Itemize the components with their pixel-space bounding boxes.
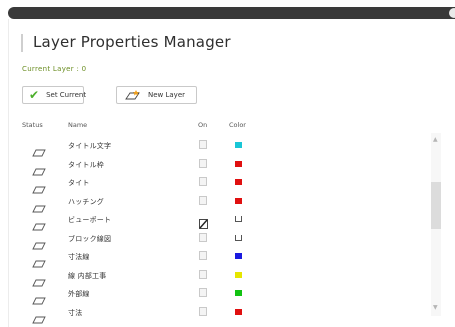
layer-status-icon[interactable] xyxy=(32,309,46,323)
layer-on-toggle[interactable] xyxy=(199,288,207,297)
layer-color-swatch[interactable] xyxy=(235,216,242,222)
new-layer-icon xyxy=(125,90,141,100)
layer-on-toggle[interactable] xyxy=(199,177,207,186)
title-accent-bar xyxy=(21,34,23,52)
layer-row[interactable]: タイト xyxy=(0,174,430,194)
layer-row[interactable]: 線 内部工事 xyxy=(0,267,430,287)
layer-name[interactable]: ビューポート xyxy=(68,215,111,225)
layer-name[interactable]: 外部線 xyxy=(68,289,90,299)
layer-on-toggle[interactable] xyxy=(199,140,207,149)
layer-color-swatch[interactable] xyxy=(235,253,242,259)
layer-on-toggle[interactable] xyxy=(199,214,208,229)
layer-row[interactable]: ビューポート xyxy=(0,211,430,231)
layer-status-icon[interactable] xyxy=(32,290,46,305)
layer-on-toggle[interactable] xyxy=(199,306,207,316)
layer-color-swatch[interactable] xyxy=(235,160,242,167)
layer-color-swatch[interactable] xyxy=(235,290,242,296)
column-header-color[interactable]: Color xyxy=(229,121,246,129)
layer-on-toggle[interactable] xyxy=(199,232,207,242)
layer-color-swatch[interactable] xyxy=(235,179,242,185)
new-layer-label: New Layer xyxy=(148,91,186,99)
layer-name[interactable]: 寸法 xyxy=(68,308,82,318)
layer-status-icon[interactable] xyxy=(32,179,46,194)
set-current-button[interactable]: ✔ Set Current xyxy=(22,86,87,104)
layer-name[interactable]: タイト xyxy=(68,178,90,188)
layer-row[interactable]: タイトル枠 xyxy=(0,156,430,176)
layer-color-swatch[interactable] xyxy=(235,234,242,241)
layer-status-icon[interactable] xyxy=(32,235,46,249)
layer-status-icon[interactable] xyxy=(32,253,46,268)
layer-on-toggle[interactable] xyxy=(199,195,207,205)
layer-name[interactable]: タイトル文字 xyxy=(68,141,111,151)
layer-row[interactable]: タイトル文字 xyxy=(0,137,430,157)
layer-status-icon[interactable] xyxy=(32,198,46,212)
layer-status-icon[interactable] xyxy=(32,216,46,231)
layer-row[interactable]: 外部線 xyxy=(0,285,430,305)
layer-name[interactable]: 寸法線 xyxy=(68,252,90,262)
layer-manager-window: Layer Properties Manager Current Layer :… xyxy=(0,0,455,327)
layer-name[interactable]: タイトル枠 xyxy=(68,160,104,170)
scrollbar-thumb[interactable] xyxy=(431,182,441,229)
layer-on-toggle[interactable] xyxy=(199,269,207,279)
checkmark-icon: ✔ xyxy=(29,88,40,102)
layer-name[interactable]: ブロック線図 xyxy=(68,234,111,244)
layer-status-icon[interactable] xyxy=(32,272,46,286)
layer-row[interactable]: 寸法 xyxy=(0,304,430,324)
layer-row[interactable]: ハッチング xyxy=(0,193,430,213)
new-layer-button[interactable]: New Layer xyxy=(116,86,197,104)
layer-color-swatch[interactable] xyxy=(235,197,242,204)
layer-list: タイトル文字 タイトル枠タイトハッチングビューポート ブロック線図 寸法線線 内部工事… xyxy=(0,133,430,327)
layer-on-toggle[interactable] xyxy=(199,158,207,168)
scroll-down-icon[interactable]: ▼ xyxy=(433,305,438,311)
set-current-label: Set Current xyxy=(46,91,87,99)
column-header-on[interactable]: On xyxy=(198,121,207,129)
layer-on-toggle[interactable] xyxy=(199,251,207,260)
layer-status-icon[interactable] xyxy=(32,142,46,157)
column-header-name[interactable]: Name xyxy=(68,121,87,129)
page-title: Layer Properties Manager xyxy=(33,33,231,51)
window-title-bar[interactable] xyxy=(8,7,455,19)
layer-row[interactable]: 寸法線 xyxy=(0,248,430,268)
current-layer-label: Current Layer : 0 xyxy=(22,65,87,73)
layer-name[interactable]: ハッチング xyxy=(68,197,104,207)
layer-color-swatch[interactable] xyxy=(235,308,242,315)
layer-color-swatch[interactable] xyxy=(235,271,242,278)
window-control-icon[interactable] xyxy=(449,8,455,18)
layer-status-icon[interactable] xyxy=(32,161,46,175)
scroll-up-icon[interactable]: ▲ xyxy=(433,137,438,143)
layer-color-swatch[interactable] xyxy=(235,142,242,148)
layer-row[interactable]: ブロック線図 xyxy=(0,230,430,250)
layer-name[interactable]: 線 内部工事 xyxy=(68,271,106,281)
column-header-status[interactable]: Status xyxy=(22,121,43,129)
